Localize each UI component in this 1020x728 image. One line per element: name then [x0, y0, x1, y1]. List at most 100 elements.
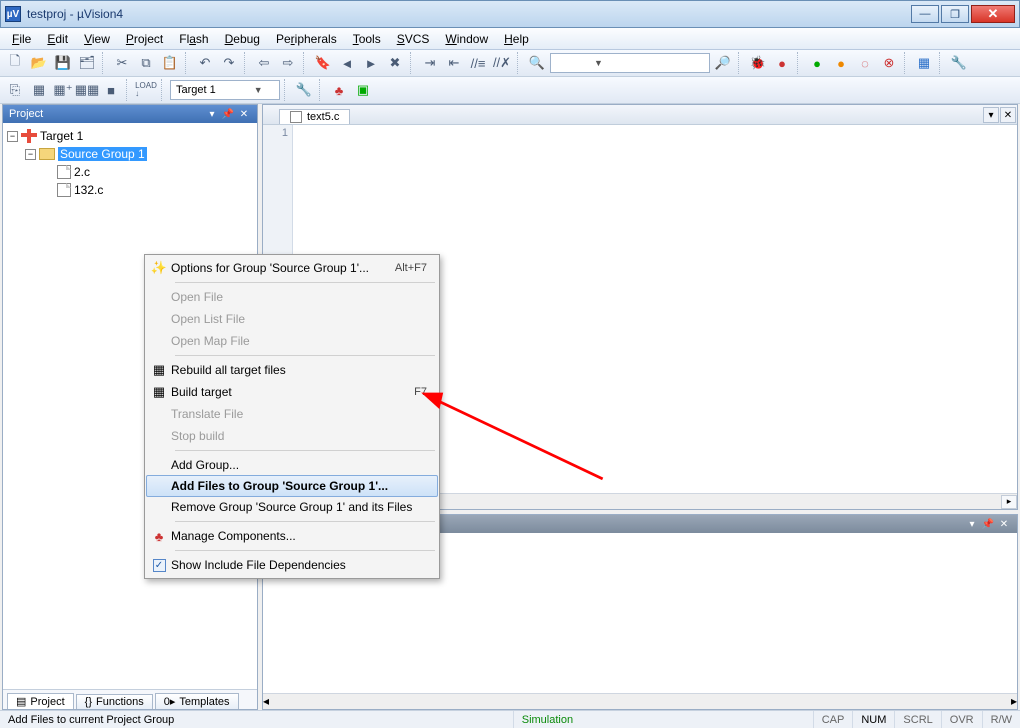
paste-icon[interactable]: 📋 — [159, 52, 181, 74]
target-options-icon[interactable]: 🔧 — [293, 79, 315, 101]
download-icon[interactable]: LOAD↓ — [135, 79, 157, 101]
breakpoint-enable-icon[interactable]: ● — [806, 52, 828, 74]
status-mode: Simulation — [513, 711, 813, 728]
tree-target[interactable]: − Target 1 — [5, 127, 255, 145]
ctx-rebuild[interactable]: ▦ Rebuild all target files — [147, 359, 437, 381]
save-icon[interactable]: 💾 — [52, 52, 74, 74]
scroll-right-icon[interactable]: ▸ — [1011, 694, 1017, 709]
window-layout-icon[interactable]: ▦ — [913, 52, 935, 74]
bookmark-next-icon[interactable]: ► — [360, 52, 382, 74]
configure-icon[interactable]: 🔧 — [948, 52, 970, 74]
templates-icon: 0▸ — [164, 695, 176, 708]
tree-target-label: Target 1 — [40, 129, 83, 143]
breakpoint-disable-icon[interactable]: ● — [830, 52, 852, 74]
undo-icon[interactable]: ↶ — [194, 52, 216, 74]
new-file-icon[interactable]: 🗋 — [4, 52, 26, 74]
menu-view[interactable]: View — [76, 30, 118, 48]
find-in-files-icon[interactable]: 🔍 — [526, 52, 548, 74]
pane-close-icon[interactable]: ✕ — [237, 107, 251, 121]
build-hscroll[interactable]: ◂ ▸ — [263, 693, 1017, 709]
pane-dropdown-icon[interactable]: ▾ — [205, 107, 219, 121]
menu-debug[interactable]: Debug — [217, 30, 268, 48]
open-file-icon[interactable]: 📂 — [28, 52, 50, 74]
menu-file[interactable]: File — [4, 30, 39, 48]
copy-icon[interactable]: ⧉ — [135, 52, 157, 74]
pane-close-icon[interactable]: ✕ — [997, 517, 1011, 531]
batch-build-icon[interactable]: ▦▦ — [76, 79, 98, 101]
project-tab-functions[interactable]: {} Functions — [76, 694, 153, 709]
collapse-icon[interactable]: − — [25, 149, 36, 160]
menu-tools[interactable]: Tools — [345, 30, 389, 48]
project-tab-templates[interactable]: 0▸ Templates — [155, 693, 239, 709]
editor-tabs: text5.c ▾ ✕ — [263, 105, 1017, 125]
find-combo[interactable]: ▼ — [550, 53, 710, 73]
comment-icon[interactable]: //≡ — [467, 52, 489, 74]
outdent-icon[interactable]: ⇤ — [443, 52, 465, 74]
debug-icon[interactable]: 🐞 — [747, 52, 769, 74]
indent-icon[interactable]: ⇥ — [419, 52, 441, 74]
target-combo-value: Target 1 — [176, 84, 216, 96]
bookmark-toggle-icon[interactable]: 🔖 — [312, 52, 334, 74]
menu-bar: File Edit View Project Flash Debug Perip… — [0, 28, 1020, 50]
scroll-right-icon[interactable]: ▸ — [1001, 495, 1017, 509]
ctx-manage-components[interactable]: ♣ Manage Components... — [147, 525, 437, 547]
editor-tab[interactable]: text5.c — [279, 109, 350, 124]
select-device-icon[interactable]: ▣ — [352, 79, 374, 101]
maximize-button[interactable]: ❐ — [941, 5, 969, 23]
editor-dropdown-icon[interactable]: ▾ — [983, 107, 999, 123]
translate-icon[interactable]: ⎘ — [4, 79, 26, 101]
ctx-remove-group[interactable]: Remove Group 'Source Group 1' and its Fi… — [147, 496, 437, 518]
rebuild-icon[interactable]: ▦⁺ — [52, 79, 74, 101]
status-message: Add Files to current Project Group — [0, 711, 513, 728]
project-tab-project[interactable]: ▤ Project — [7, 693, 74, 709]
ctx-options-group[interactable]: ✨ Options for Group 'Source Group 1'... … — [147, 257, 437, 279]
menu-edit[interactable]: Edit — [39, 30, 76, 48]
pane-dropdown-icon[interactable]: ▾ — [965, 517, 979, 531]
stop-build-icon[interactable]: ■ — [100, 79, 122, 101]
pane-pin-icon[interactable]: 📌 — [981, 517, 995, 531]
manage-components-icon[interactable]: ♣ — [328, 79, 350, 101]
save-all-icon[interactable]: 🗂 — [76, 52, 98, 74]
minimize-button[interactable]: — — [911, 5, 939, 23]
ctx-separator — [175, 521, 435, 522]
bookmark-prev-icon[interactable]: ◄ — [336, 52, 358, 74]
find-icon[interactable]: 🔎 — [712, 52, 734, 74]
collapse-icon[interactable]: − — [7, 131, 18, 142]
tree-file[interactable]: 2.c — [5, 163, 255, 181]
tree-group[interactable]: − Source Group 1 — [5, 145, 255, 163]
nav-back-icon[interactable]: ⇦ — [253, 52, 275, 74]
redo-icon[interactable]: ↷ — [218, 52, 240, 74]
menu-flash[interactable]: Flash — [171, 30, 216, 48]
breakpoint-insert-icon[interactable]: ● — [771, 52, 793, 74]
tree-file[interactable]: 132.c — [5, 181, 255, 199]
close-button[interactable]: ✕ — [971, 5, 1015, 23]
file-icon — [57, 165, 71, 179]
file-icon — [290, 111, 302, 123]
wand-icon: ✨ — [147, 260, 171, 276]
menu-peripherals[interactable]: Peripherals — [268, 30, 345, 48]
bookmark-clear-icon[interactable]: ✖ — [384, 52, 406, 74]
tree-file-label: 2.c — [74, 165, 90, 179]
ctx-show-include-deps[interactable]: ✓ Show Include File Dependencies — [147, 554, 437, 576]
target-combo[interactable]: Target 1 ▼ — [170, 80, 280, 100]
uncomment-icon[interactable]: //✗ — [491, 52, 513, 74]
menu-svcs[interactable]: SVCS — [389, 30, 438, 48]
build-icon[interactable]: ▦ — [28, 79, 50, 101]
pane-pin-icon[interactable]: 📌 — [221, 107, 235, 121]
ctx-add-files-to-group[interactable]: Add Files to Group 'Source Group 1'... — [146, 475, 438, 497]
nav-fwd-icon[interactable]: ⇨ — [277, 52, 299, 74]
breakpoint-kill-all-icon[interactable]: ⊗ — [878, 52, 900, 74]
editor-close-icon[interactable]: ✕ — [1000, 107, 1016, 123]
ctx-open-file: Open File — [147, 286, 437, 308]
cut-icon[interactable]: ✂ — [111, 52, 133, 74]
menu-help[interactable]: Help — [496, 30, 537, 48]
menu-project[interactable]: Project — [118, 30, 171, 48]
ctx-add-group[interactable]: Add Group... — [147, 454, 437, 476]
ctx-open-list-file: Open List File — [147, 308, 437, 330]
ctx-build-target[interactable]: ▦ Build target F7 — [147, 381, 437, 403]
menu-window[interactable]: Window — [437, 30, 496, 48]
ctx-translate-file: Translate File — [147, 403, 437, 425]
breakpoint-kill-icon[interactable]: ◌ — [854, 52, 876, 74]
project-pane-tabs: ▤ Project {} Functions 0▸ Templates — [3, 689, 257, 709]
status-ovr: OVR — [941, 711, 982, 728]
